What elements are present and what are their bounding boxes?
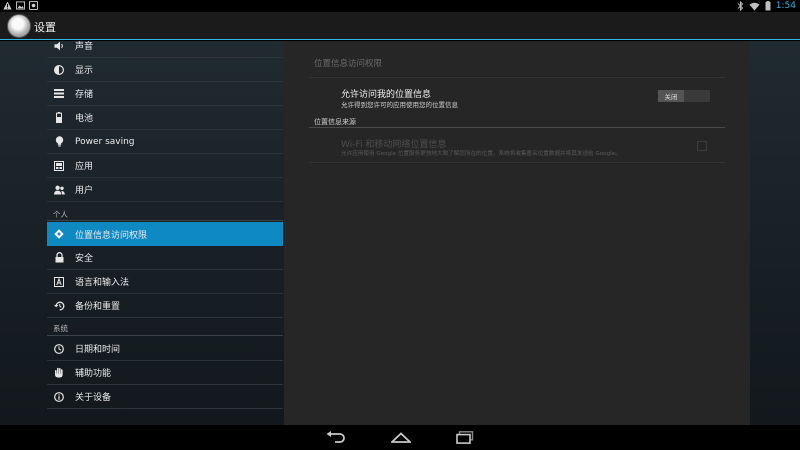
row-divider — [309, 162, 725, 163]
sources-divider — [309, 127, 725, 128]
storage-icon — [53, 88, 65, 100]
sidebar-item-backup[interactable]: 备份和重置 — [47, 294, 283, 318]
warning-icon — [3, 1, 12, 10]
settings-app-icon[interactable] — [7, 14, 31, 38]
backup-icon — [53, 300, 65, 312]
info-icon — [53, 391, 65, 403]
section-divider — [47, 335, 283, 336]
sidebar-item-label: 声音 — [75, 42, 94, 52]
sidebar-item-label: 存储 — [75, 90, 94, 100]
sidebar-item-users[interactable]: 用户 — [47, 178, 283, 202]
location-access-switch[interactable]: 关闭 — [658, 90, 710, 102]
sidebar-item-label: 显示 — [75, 66, 94, 76]
battery-icon — [53, 112, 65, 124]
sidebar-item-label: 电池 — [75, 114, 94, 124]
volume-icon — [53, 40, 65, 52]
sidebar-item-label: 语言和输入法 — [75, 278, 130, 288]
sidebar-item-accessibility[interactable]: 辅助功能 — [47, 361, 283, 385]
battery-status-icon — [765, 1, 771, 11]
wifi-location-summary: 允许应用使用 Google 位置服务更快地大致了解您所在的位置。系统将收集匿名位… — [341, 151, 621, 157]
settings-main: 声音 显示 存储 电池 Power saving 应用 用户 个人 位置信息访问… — [0, 41, 800, 425]
detail-title: 位置信息访问权限 — [314, 59, 383, 69]
sidebar-item-label: 备份和重置 — [75, 302, 121, 312]
sidebar-item-label: 辅助功能 — [75, 369, 112, 379]
section-header-personal: 个人 — [53, 210, 68, 219]
detail-title-divider — [309, 77, 725, 78]
sidebar-item-label: 用户 — [75, 186, 94, 196]
sidebar-item-label: 位置信息访问权限 — [75, 230, 148, 241]
sidebar-item-display[interactable]: 显示 — [47, 58, 283, 82]
sidebar-item-label: 日期和时间 — [75, 345, 121, 355]
recent-apps-icon — [456, 430, 474, 444]
app-title: 设置 — [34, 21, 56, 34]
wifi-location-checkbox[interactable] — [697, 141, 707, 151]
settings-notification-icon — [29, 1, 38, 10]
lightbulb-icon — [53, 136, 65, 148]
back-button[interactable] — [323, 428, 349, 446]
location-icon — [53, 228, 65, 240]
language-icon — [53, 276, 65, 288]
wifi-icon — [749, 2, 760, 10]
sidebar-item-label: 安全 — [75, 254, 94, 264]
sidebar-item-sound[interactable]: 声音 — [47, 34, 283, 58]
sidebar-item-about[interactable]: 关于设备 — [47, 385, 283, 409]
sidebar-item-power-saving[interactable]: Power saving — [47, 130, 283, 154]
image-icon — [16, 1, 25, 10]
location-access-summary: 允许得到您许可的应用使用您的位置信息 — [341, 101, 458, 109]
location-sources-header: 位置信息来源 — [314, 118, 356, 126]
switch-off-label: 关闭 — [658, 90, 684, 102]
sidebar-item-apps[interactable]: 应用 — [47, 154, 283, 178]
hand-icon — [53, 367, 65, 379]
sidebar-item-label: 关于设备 — [75, 393, 112, 403]
location-detail-pane: 位置信息访问权限 允许访问我的位置信息 允许得到您许可的应用使用您的位置信息 关… — [284, 41, 750, 425]
section-header-system: 系统 — [53, 324, 68, 333]
apps-icon — [53, 160, 65, 172]
clock-icon — [53, 343, 65, 355]
lock-icon — [53, 252, 65, 264]
status-bar: 1:54 — [0, 0, 800, 12]
bluetooth-icon — [737, 1, 743, 11]
status-time: 1:54 — [775, 1, 796, 11]
sidebar-item-location[interactable]: 位置信息访问权限 — [47, 222, 283, 246]
sidebar-item-date-time[interactable]: 日期和时间 — [47, 337, 283, 361]
back-icon — [326, 431, 345, 443]
recent-apps-button[interactable] — [452, 428, 478, 446]
sidebar-item-security[interactable]: 安全 — [47, 246, 283, 270]
user-icon — [53, 184, 65, 196]
navigation-bar — [0, 425, 800, 450]
sidebar-item-language[interactable]: 语言和输入法 — [47, 270, 283, 294]
section-divider — [47, 220, 283, 221]
settings-sidebar: 声音 显示 存储 电池 Power saving 应用 用户 个人 位置信息访问… — [47, 41, 283, 425]
brightness-icon — [53, 64, 65, 76]
home-icon — [391, 431, 411, 443]
home-button[interactable] — [388, 428, 414, 446]
sidebar-item-label: Power saving — [75, 136, 135, 147]
sidebar-item-storage[interactable]: 存储 — [47, 82, 283, 106]
sidebar-item-battery[interactable]: 电池 — [47, 106, 283, 130]
sidebar-item-label: 应用 — [75, 162, 94, 172]
